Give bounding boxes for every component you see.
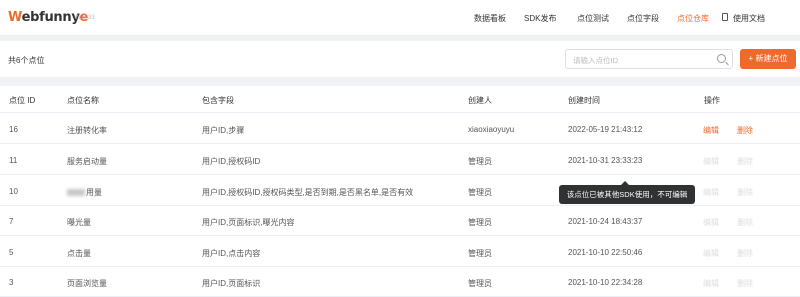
delete-button[interactable]: 删除 <box>737 248 753 259</box>
cell-creator: 管理员 <box>468 249 492 258</box>
logo-text: ebfunny <box>21 10 80 25</box>
cell-creator: 管理员 <box>468 279 492 288</box>
header-fields: 包含字段 <box>202 96 234 105</box>
edit-button[interactable]: 编辑 <box>703 156 719 167</box>
nav-item-sdk-publish[interactable]: SDK发布 <box>524 13 556 24</box>
cell-fields: 用户ID,点击内容 <box>202 249 261 258</box>
edit-button[interactable]: 编辑 <box>703 125 719 136</box>
cell-fields: 用户ID,步骤 <box>202 126 245 135</box>
cell-id: 3 <box>9 278 14 287</box>
cell-fields: 用户ID,授权码ID,授权码类型,是否到期,是否黑名单,是否有效 <box>202 188 414 197</box>
cell-time: 2021-10-24 18:43:37 <box>568 217 643 226</box>
cell-id: 7 <box>9 217 14 226</box>
delete-button[interactable]: 删除 <box>737 187 753 198</box>
nav-item-point-test[interactable]: 点位测试 <box>577 13 609 24</box>
cell-creator: 管理员 <box>468 188 492 197</box>
version-label: V1.3.33 <box>74 15 95 21</box>
edit-button[interactable]: 编辑 <box>703 217 719 228</box>
cell-time: 2021-10-10 22:34:28 <box>568 278 643 287</box>
cell-id: 16 <box>9 125 18 134</box>
cell-id: 5 <box>9 248 14 257</box>
cell-name: 注册转化率 <box>67 126 107 135</box>
cell-time: 2022-05-19 21:43:12 <box>568 125 643 134</box>
top-navbar: Webfunnye V1.3.33 数据看板 SDK发布 点位测试 点位字段 点… <box>0 0 800 36</box>
cell-name-text: 用量 <box>86 188 102 197</box>
toolbar: 共6个点位 请输入点位ID + 新建点位 <box>0 41 800 77</box>
redacted-text <box>67 189 85 197</box>
cell-time: 2021-10-10 22:50:46 <box>568 248 643 257</box>
table-header: 点位 ID 点位名称 包含字段 创建人 创建时间 操作 <box>0 86 800 113</box>
cell-fields: 用户ID,授权码ID <box>202 157 261 166</box>
add-point-button[interactable]: + 新建点位 <box>740 49 796 69</box>
disabled-tooltip: 该点位已被其他SDK使用，不可编辑 <box>559 181 695 204</box>
document-icon <box>722 13 728 21</box>
cell-fields: 用户ID,页面标识,曝光内容 <box>202 218 295 227</box>
delete-button[interactable]: 删除 <box>737 156 753 167</box>
edit-button[interactable]: 编辑 <box>703 278 719 289</box>
edit-button[interactable]: 编辑 <box>703 187 719 198</box>
cell-name: 用量 <box>67 187 102 198</box>
nav-item-docs[interactable]: 使用文档 <box>733 13 765 24</box>
delete-button[interactable]: 删除 <box>737 217 753 228</box>
cell-id: 11 <box>9 156 18 165</box>
edit-button[interactable]: 编辑 <box>703 248 719 259</box>
header-time: 创建时间 <box>568 96 600 105</box>
cell-name: 服务启动量 <box>67 157 107 166</box>
nav-item-point-fields[interactable]: 点位字段 <box>627 13 659 24</box>
cell-creator: 管理员 <box>468 218 492 227</box>
delete-button[interactable]: 删除 <box>737 278 753 289</box>
cell-fields: 用户ID,页面标识 <box>202 279 261 288</box>
cell-creator: 管理员 <box>468 157 492 166</box>
table-row: 5 点击量 用户ID,点击内容 管理员 2021-10-10 22:50:46 … <box>0 237 800 267</box>
cell-name: 页面浏览量 <box>67 279 107 288</box>
logo-letter-w: W <box>8 10 22 25</box>
search-placeholder: 请输入点位ID <box>573 56 618 65</box>
header-id: 点位 ID <box>9 96 36 105</box>
header-actions: 操作 <box>704 96 720 105</box>
search-input[interactable]: 请输入点位ID <box>565 49 733 69</box>
table-row: 16 注册转化率 用户ID,步骤 xiaoxiaoyuyu 2022-05-19… <box>0 114 800 144</box>
table-row: 11 服务启动量 用户ID,授权码ID 管理员 2021-10-31 23:33… <box>0 145 800 175</box>
nav-item-point-warehouse[interactable]: 点位仓库 <box>677 13 709 24</box>
search-icon[interactable] <box>717 54 726 63</box>
header-name: 点位名称 <box>67 96 99 105</box>
cell-time: 2021-10-31 23:33:23 <box>568 156 643 165</box>
table-row: 7 曝光量 用户ID,页面标识,曝光内容 管理员 2021-10-24 18:4… <box>0 206 800 236</box>
delete-button[interactable]: 删除 <box>737 125 753 136</box>
cell-name: 点击量 <box>67 249 91 258</box>
table-row: 3 页面浏览量 用户ID,页面标识 管理员 2021-10-10 22:34:2… <box>0 267 800 297</box>
header-creator: 创建人 <box>468 96 492 105</box>
cell-id: 10 <box>9 187 18 196</box>
nav-item-dashboard[interactable]: 数据看板 <box>474 13 506 24</box>
cell-name: 曝光量 <box>67 218 91 227</box>
total-count: 共6个点位 <box>8 56 45 65</box>
cell-creator: xiaoxiaoyuyu <box>468 125 515 134</box>
